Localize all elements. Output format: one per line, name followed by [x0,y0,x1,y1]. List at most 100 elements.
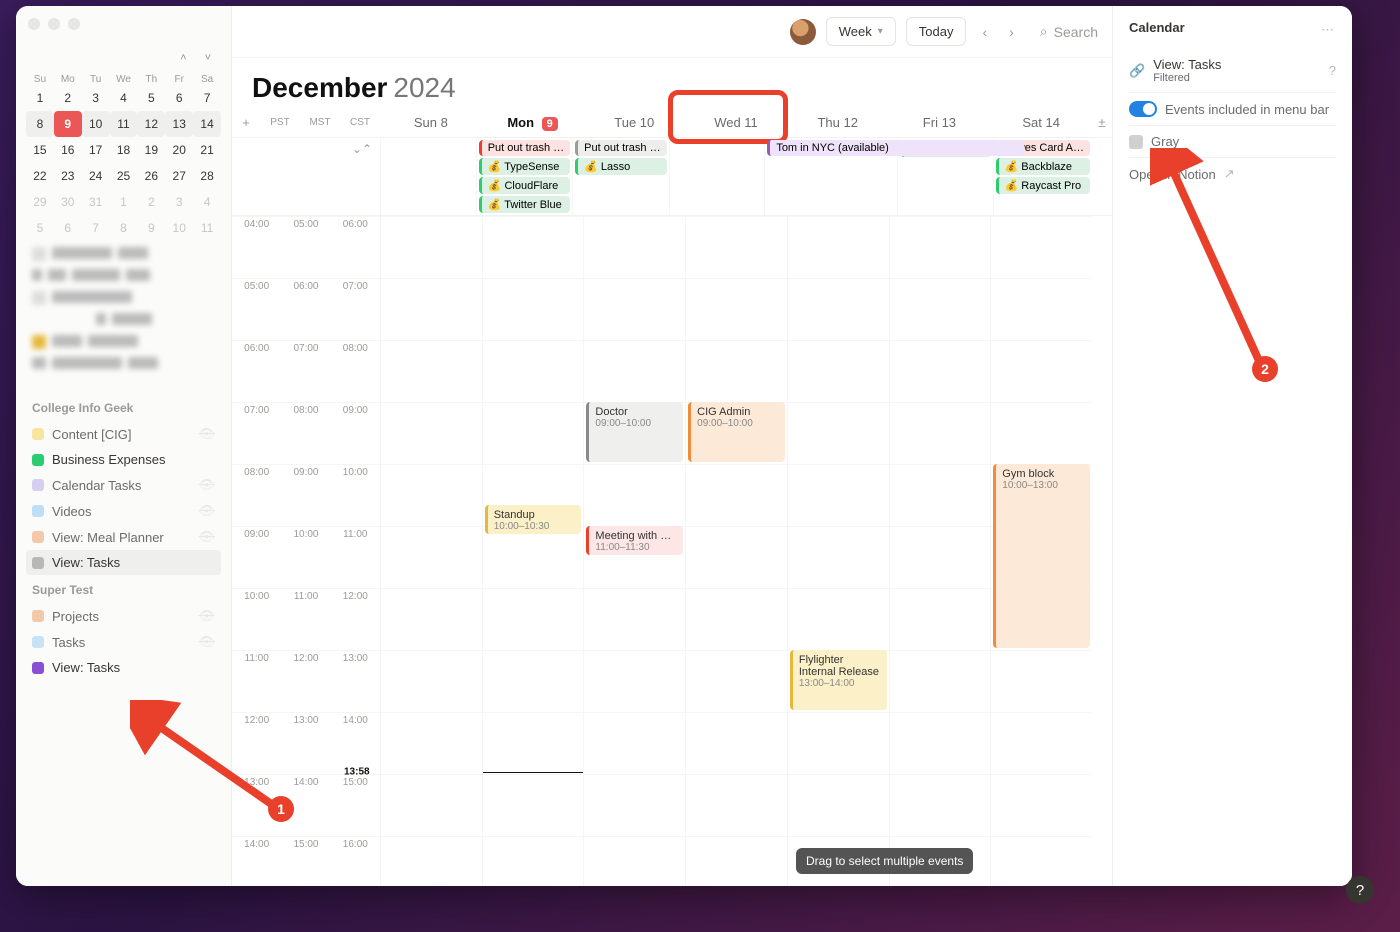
day-header[interactable]: Wed 11 [685,115,787,130]
color-swatch[interactable] [1129,135,1143,149]
mini-cal-day[interactable]: 5 [137,85,165,111]
help-fab[interactable]: ? [1346,876,1374,904]
day-header[interactable]: Sat 14 [990,115,1092,130]
mini-cal-day[interactable]: 4 [110,85,138,111]
help-icon[interactable]: ? [1329,63,1336,78]
hidden-icon[interactable]: 👁 [198,477,215,493]
search-field[interactable]: ⌕ Search [1030,23,1098,40]
day-header[interactable]: Tue 10 [583,115,685,130]
mini-cal-day[interactable]: 28 [193,163,221,189]
mini-cal-day[interactable]: 1 [26,85,54,111]
allday-event[interactable]: 💰 Backblaze [996,158,1090,175]
calendar-item[interactable]: Videos👁 [26,498,221,524]
mini-cal-day[interactable]: 25 [110,163,138,189]
avatar[interactable] [790,19,816,45]
mini-cal-day[interactable]: 26 [137,163,165,189]
add-timezone[interactable]: + [232,115,260,130]
mini-cal-day[interactable]: 10 [165,215,193,241]
mini-cal-day[interactable]: 3 [82,85,110,111]
hidden-icon[interactable]: 👁 [198,503,215,519]
menubar-toggle[interactable] [1129,101,1157,117]
timed-event[interactable]: Standup10:00–10:30 [485,505,582,534]
day-column[interactable] [889,216,991,886]
allday-collapse[interactable]: ⌄⌃ [232,138,380,215]
mini-cal-day[interactable]: 11 [110,111,138,137]
mini-cal-day[interactable]: 20 [165,137,193,163]
hidden-icon[interactable]: 👁 [198,426,215,442]
mini-cal-day[interactable]: 22 [26,163,54,189]
hidden-icon[interactable]: 👁 [198,634,215,650]
allday-event[interactable]: 💰 TypeSense [479,158,570,175]
panel-menu-icon[interactable]: ⋯ [1321,22,1336,38]
mini-cal-prev[interactable]: ˄ [174,48,192,68]
timed-event[interactable]: Gym block10:00–13:00 [993,464,1090,648]
mini-cal-day[interactable]: 5 [26,215,54,241]
open-in-notion[interactable]: Open in Notion [1129,167,1216,182]
allday-event[interactable]: Put out trash … [575,140,666,156]
calendar-item[interactable]: View: Meal Planner👁 [26,524,221,550]
allday-event[interactable]: Tom in NYC (available) [767,140,1024,156]
allday-column[interactable]: Tom in NYC (available) [764,138,896,215]
mini-cal-day[interactable]: 13 [165,111,193,137]
mini-cal-day[interactable]: 29 [26,189,54,215]
mini-cal-day[interactable]: 8 [26,111,54,137]
calendar-item[interactable]: View: Tasks [26,550,221,575]
allday-event[interactable]: 💰 Lasso [575,158,666,175]
calendar-item[interactable]: Projects👁 [26,603,221,629]
allday-event[interactable]: Put out trash … [479,140,570,156]
mini-cal-day[interactable]: 3 [165,189,193,215]
mini-cal-day[interactable]: 4 [193,189,221,215]
mini-cal-day[interactable]: 21 [193,137,221,163]
mini-cal-day[interactable]: 17 [82,137,110,163]
mini-cal-day[interactable]: 23 [54,163,82,189]
mini-cal-day[interactable]: 10 [82,111,110,137]
calendar-item[interactable]: Content [CIG]👁 [26,421,221,447]
mini-cal-day[interactable]: 19 [137,137,165,163]
mini-cal-day[interactable]: 16 [54,137,82,163]
mini-cal-day[interactable]: 9 [54,111,82,137]
panel-view-label[interactable]: View: Tasks [1153,57,1221,72]
mini-cal-day[interactable]: 31 [82,189,110,215]
mini-cal-day[interactable]: 30 [54,189,82,215]
allday-event[interactable]: 💰 Raycast Pro [996,177,1090,194]
mini-cal-day[interactable]: 6 [165,85,193,111]
day-column[interactable] [380,216,482,886]
day-column[interactable]: Flylighter Internal Release13:00–14:00 [787,216,889,886]
mini-cal-day[interactable]: 15 [26,137,54,163]
calendar-item[interactable]: Calendar Tasks👁 [26,472,221,498]
mini-cal-day[interactable]: 1 [110,189,138,215]
timed-event[interactable]: Doctor09:00–10:00 [586,402,683,462]
day-column[interactable]: Doctor09:00–10:00 Meeting with …11:00–11:… [583,216,685,886]
day-column[interactable]: Gym block10:00–13:00 [990,216,1092,886]
mini-cal-next[interactable]: ˅ [199,48,217,68]
allday-column[interactable] [380,138,476,215]
day-header[interactable]: Mon 9 [482,115,584,131]
timed-event[interactable]: Flylighter Internal Release13:00–14:00 [790,650,887,710]
view-switcher[interactable]: Week▾ [826,17,896,46]
mini-cal-day[interactable]: 12 [137,111,165,137]
mini-cal-day[interactable]: 11 [193,215,221,241]
day-header[interactable]: Fri 13 [889,115,991,130]
day-header[interactable]: Sun 8 [380,115,482,130]
hidden-icon[interactable]: 👁 [198,608,215,624]
mini-cal-day[interactable]: 7 [193,85,221,111]
day-column[interactable]: CIG Admin09:00–10:00 [685,216,787,886]
allday-column[interactable]: Put out trash … 💰 Lasso [572,138,668,215]
mini-cal-day[interactable]: 24 [82,163,110,189]
allday-event[interactable]: 💰 Twitter Blue [479,196,570,213]
today-button[interactable]: Today [906,17,967,46]
calendar-item[interactable]: Tasks👁 [26,629,221,655]
calendar-item[interactable]: View: Tasks [26,655,221,680]
mini-cal-day[interactable]: 2 [54,85,82,111]
mini-cal-day[interactable]: 8 [110,215,138,241]
time-grid[interactable]: 04:0005:0006:0005:0006:0007:0006:0007:00… [232,216,1112,886]
timed-event[interactable]: Meeting with …11:00–11:30 [586,526,683,555]
mini-cal-day[interactable]: 27 [165,163,193,189]
day-header[interactable]: Thu 12 [787,115,889,130]
allday-column[interactable]: Put out trash …💰 TypeSense💰 CloudFlare💰 … [476,138,572,215]
week-settings-icon[interactable]: ± [1092,115,1112,130]
mini-cal-day[interactable]: 7 [82,215,110,241]
allday-column[interactable] [669,138,765,215]
mini-cal-day[interactable]: 2 [137,189,165,215]
hidden-icon[interactable]: 👁 [198,529,215,545]
